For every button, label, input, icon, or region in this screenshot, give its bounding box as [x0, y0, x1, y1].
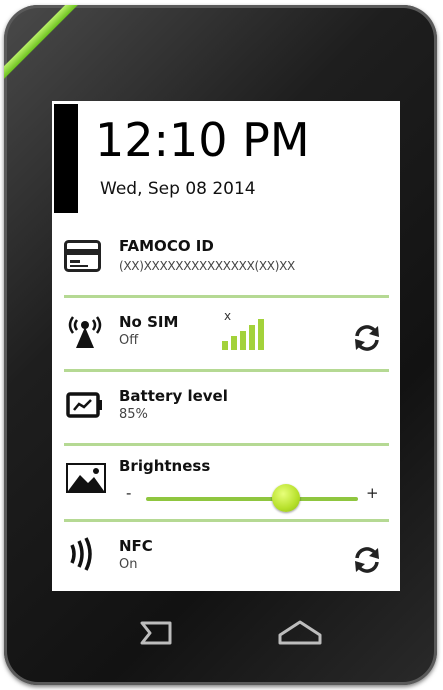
- brightness-slider-track[interactable]: [146, 497, 358, 501]
- battery-value: 85%: [119, 407, 148, 422]
- nfc-row[interactable]: NFC On: [52, 525, 400, 591]
- card-icon: [64, 240, 101, 272]
- corner-accent-stripe: [4, 5, 89, 87]
- battery-row: Battery level 85%: [52, 375, 400, 443]
- antenna-icon: [68, 316, 102, 348]
- sim-status: Off: [119, 333, 139, 348]
- refresh-icon[interactable]: [352, 323, 382, 353]
- side-bar-marker: [54, 104, 78, 213]
- home-icon[interactable]: [276, 617, 324, 647]
- nfc-icon: [70, 537, 92, 571]
- battery-title: Battery level: [119, 387, 228, 405]
- famoco-id-title: FAMOCO ID: [119, 237, 214, 255]
- brightness-title: Brightness: [119, 457, 211, 475]
- signal-strength-icon: [222, 319, 264, 350]
- battery-icon: [66, 392, 102, 418]
- refresh-icon[interactable]: [352, 545, 382, 575]
- back-icon[interactable]: [132, 619, 176, 647]
- brightness-plus: +: [366, 484, 379, 502]
- phone-device: 12:10 PM Wed, Sep 08 2014 FAMOCO ID (XX)…: [4, 5, 437, 685]
- lock-screen: 12:10 PM Wed, Sep 08 2014 FAMOCO ID (XX)…: [52, 101, 400, 591]
- separator: [64, 519, 389, 522]
- famoco-id-row: FAMOCO ID (XX)XXXXXXXXXXXXXX(XX)XX: [52, 227, 400, 295]
- brightness-image-icon: [66, 463, 106, 493]
- separator: [64, 443, 389, 446]
- nfc-status: On: [119, 557, 138, 572]
- separator: [64, 295, 389, 298]
- clock-date: Wed, Sep 08 2014: [100, 179, 256, 199]
- separator: [64, 369, 389, 372]
- brightness-row: Brightness - +: [52, 449, 400, 519]
- brightness-minus: -: [126, 484, 132, 502]
- famoco-id-value: (XX)XXXXXXXXXXXXXX(XX)XX: [119, 259, 295, 273]
- sim-title: No SIM: [119, 313, 179, 331]
- sim-row[interactable]: No SIM Off x: [52, 301, 400, 369]
- brightness-slider-thumb[interactable]: [271, 484, 300, 512]
- clock-time: 12:10 PM: [95, 113, 310, 167]
- nfc-title: NFC: [119, 537, 153, 555]
